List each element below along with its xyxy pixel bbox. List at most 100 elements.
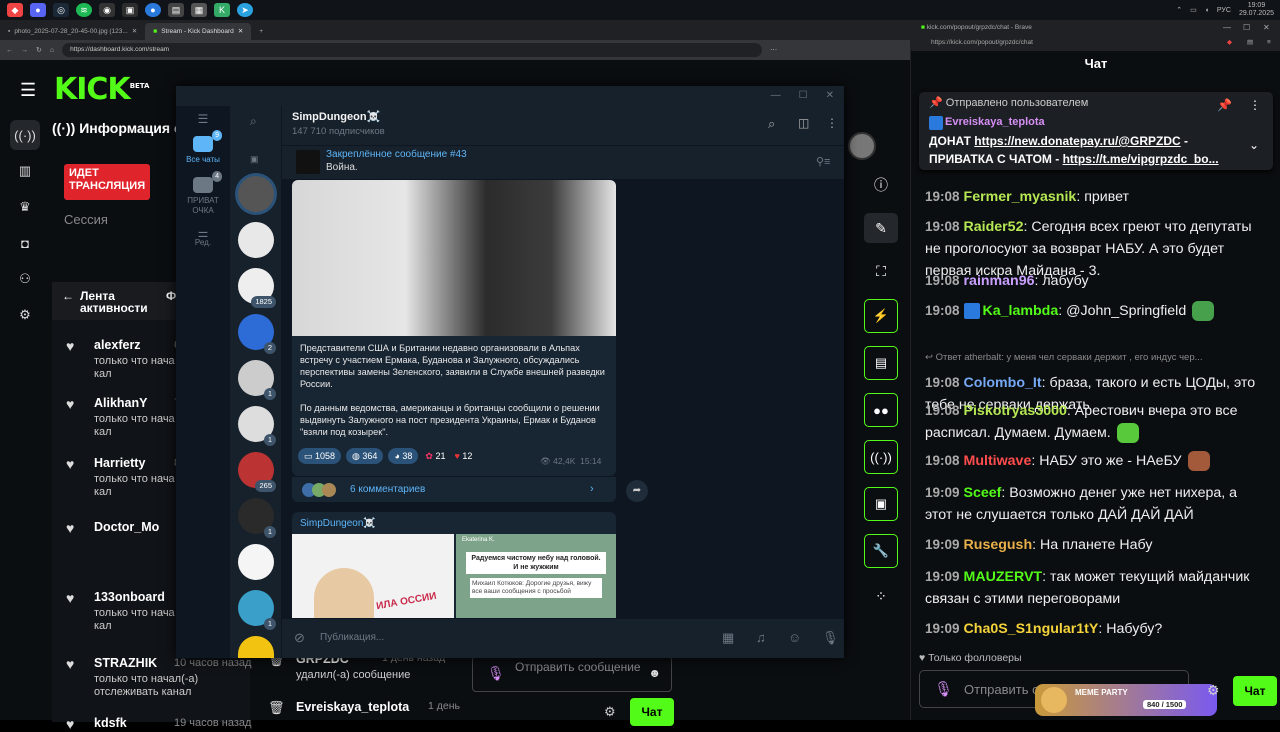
chat-username[interactable]: Fermer_myasnik <box>964 189 1077 205</box>
new-tab-button[interactable]: + <box>251 23 271 40</box>
info-icon[interactable]: ⓘ <box>864 170 898 200</box>
chat-avatar[interactable] <box>238 636 274 658</box>
message-input[interactable]: Публикация... <box>320 632 384 643</box>
moderation-nav-icon[interactable]: ◘ <box>10 228 40 258</box>
reaction-chip[interactable]: ▭ 1058 <box>298 448 342 464</box>
app-blue-icon[interactable]: ● <box>145 3 161 17</box>
analytics-nav-icon[interactable]: ▥ <box>10 156 40 186</box>
edit-icon[interactable]: ✎ <box>864 213 898 243</box>
chat-avatar[interactable]: 1825 <box>238 268 276 308</box>
schedule-icon[interactable]: ▦ <box>722 630 734 646</box>
maximize-icon[interactable]: ☐ <box>799 86 808 106</box>
emote-icon[interactable] <box>1116 423 1139 444</box>
reaction-chip[interactable]: ◍ 364 <box>346 448 384 464</box>
settings-nav-icon[interactable]: ⚙ <box>10 300 40 330</box>
dashboard-chat-send-button[interactable]: Чат <box>630 698 674 726</box>
home-icon[interactable]: ⌂ <box>50 47 54 54</box>
mic-icon[interactable]: 🎙 <box>487 666 505 680</box>
folder-edit[interactable]: ⚌ Ред. <box>176 227 230 248</box>
chat-avatar[interactable] <box>238 176 274 212</box>
reload-icon[interactable]: ↻ <box>36 46 42 54</box>
gear-icon[interactable]: ⚙ <box>604 704 616 720</box>
folder-icon[interactable]: ▤ <box>168 3 184 17</box>
lightning-icon[interactable]: ⚡ <box>864 299 898 333</box>
tab-kick-dashboard[interactable]: ■ Stream - Kick Dashboard ✕ <box>145 23 252 40</box>
reaction-chip[interactable]: ♥ 12 <box>452 448 474 464</box>
app-window-icon[interactable]: ▦ <box>191 3 207 17</box>
live-status-button[interactable]: ИДЕТ ТРАНСЛЯЦИЯ <box>64 164 150 200</box>
chat-avatar[interactable]: 2 <box>238 314 276 354</box>
unpin-icon[interactable]: 📌 <box>1217 98 1232 112</box>
pin-list-icon[interactable]: ⚲≡ <box>816 155 830 168</box>
minimize-icon[interactable]: — <box>1223 20 1231 35</box>
menu-icon[interactable]: ≡ <box>1267 35 1271 51</box>
url-text[interactable]: https://kick.com/popout/grpzdc/chat <box>931 39 1033 46</box>
telegram-taskbar-icon[interactable]: ➤ <box>237 3 253 17</box>
chevron-down-icon[interactable]: ⌄ <box>1249 138 1259 152</box>
tab-photo[interactable]: ▪ photo_2025-07-28_20-45-00.jpg (123... … <box>0 23 145 40</box>
reaction-chip[interactable]: ◕ 38 <box>388 448 419 464</box>
private-chat-link[interactable]: https://t.me/vipgrpzdc_bo... <box>1063 152 1219 166</box>
chat-username[interactable]: Sceef <box>964 485 1002 501</box>
share-icon[interactable]: ➦ <box>626 480 648 502</box>
close-icon[interactable]: ✕ <box>132 23 137 40</box>
chat-username[interactable]: Multiwave <box>964 453 1032 469</box>
chat-username[interactable]: Colombo_It <box>964 375 1042 391</box>
emoji-icon[interactable]: ☺ <box>788 630 801 645</box>
chat-username[interactable]: Rusegush <box>964 537 1033 553</box>
follower-name[interactable]: 133onboard <box>94 590 165 604</box>
folder-all-chats[interactable]: 9 Все чаты <box>176 130 230 165</box>
comments-bar[interactable]: 6 комментариев › <box>292 476 616 502</box>
broadcast-tool-icon[interactable]: ((·)) <box>864 440 898 474</box>
language-indicator[interactable]: РУС <box>1217 7 1231 14</box>
chat-bubble-icon[interactable]: ●● <box>864 393 898 427</box>
chat-avatar[interactable] <box>238 544 274 580</box>
chat-avatar[interactable]: 1 <box>238 360 276 400</box>
follower-name[interactable]: STRAZHIK <box>94 656 157 670</box>
chevron-up-icon[interactable]: ⌃ <box>1176 6 1182 14</box>
more-icon[interactable]: ⋮ <box>826 116 838 130</box>
attach-icon[interactable]: ⊘ <box>294 630 305 646</box>
menu-icon[interactable]: ☰ <box>176 113 230 125</box>
dashboard-chat-input[interactable]: 🎙 Отправить сообщение ☻ <box>472 656 672 692</box>
follower-name[interactable]: Harrietty <box>94 456 145 470</box>
follower-name[interactable]: kdsfk <box>94 716 127 730</box>
meme-party-widget[interactable]: MEME PARTY <box>1035 684 1217 716</box>
close-icon[interactable]: ✕ <box>826 86 834 106</box>
brave-shield-icon[interactable]: ◆ <box>1227 35 1232 51</box>
kick-logo[interactable]: KICKBETA <box>54 72 149 107</box>
chat-avatar[interactable]: 1 <box>238 498 276 538</box>
document-icon[interactable]: ▤ <box>864 346 898 380</box>
extensions-icon[interactable]: ⋯ <box>770 46 777 54</box>
kick-taskbar-icon[interactable]: K <box>214 3 230 17</box>
mod-user[interactable]: Evreiskaya_teplota <box>296 700 409 714</box>
bell-icon[interactable]: ♫ <box>756 630 766 645</box>
sidebar-toggle-icon[interactable]: ◫ <box>798 116 809 130</box>
follower-name[interactable]: alexferz <box>94 338 141 352</box>
network-icon[interactable]: ▭ <box>1190 6 1197 14</box>
folder-private[interactable]: 4 ПРИВАТ ОЧКА <box>176 171 230 216</box>
minimize-icon[interactable]: — <box>771 86 781 106</box>
follower-name[interactable]: AlikhanY <box>94 396 148 410</box>
url-input[interactable]: https://dashboard.kick.com/stream <box>62 43 763 57</box>
follower-name[interactable]: Doctor_Mo <box>94 520 159 534</box>
chat-avatar[interactable]: 1 <box>238 406 276 446</box>
obs-icon[interactable]: ◉ <box>99 3 115 17</box>
emote-icon[interactable] <box>1187 451 1210 472</box>
avatar[interactable] <box>848 132 876 160</box>
close-icon[interactable]: ✕ <box>1263 20 1270 35</box>
mic-icon[interactable]: 🎙 <box>934 680 953 698</box>
video-tool-icon[interactable]: ▣ <box>864 487 898 521</box>
scan-icon[interactable]: ⛶ <box>864 256 898 286</box>
forward-icon[interactable]: → <box>21 47 28 54</box>
chat-username[interactable]: Ka_lambda <box>983 303 1059 319</box>
trophy-nav-icon[interactable]: ♛ <box>10 192 40 222</box>
pinned-message-bar[interactable]: Закреплённое сообщение #43 Война. ⚲≡ <box>282 146 844 180</box>
chat-username[interactable]: Raider52 <box>964 219 1024 235</box>
clock[interactable]: 19:09 29.07.2025 <box>1239 2 1274 18</box>
chat-username[interactable]: Piskotryas3000 <box>964 403 1067 419</box>
chat-avatar[interactable]: 265 <box>238 452 276 492</box>
reaction-chip[interactable]: ✿ 21 <box>423 448 447 464</box>
post-photo[interactable]: ИЛА ОССИИ <box>292 534 454 618</box>
mic-icon[interactable]: 🎙 <box>822 630 839 646</box>
